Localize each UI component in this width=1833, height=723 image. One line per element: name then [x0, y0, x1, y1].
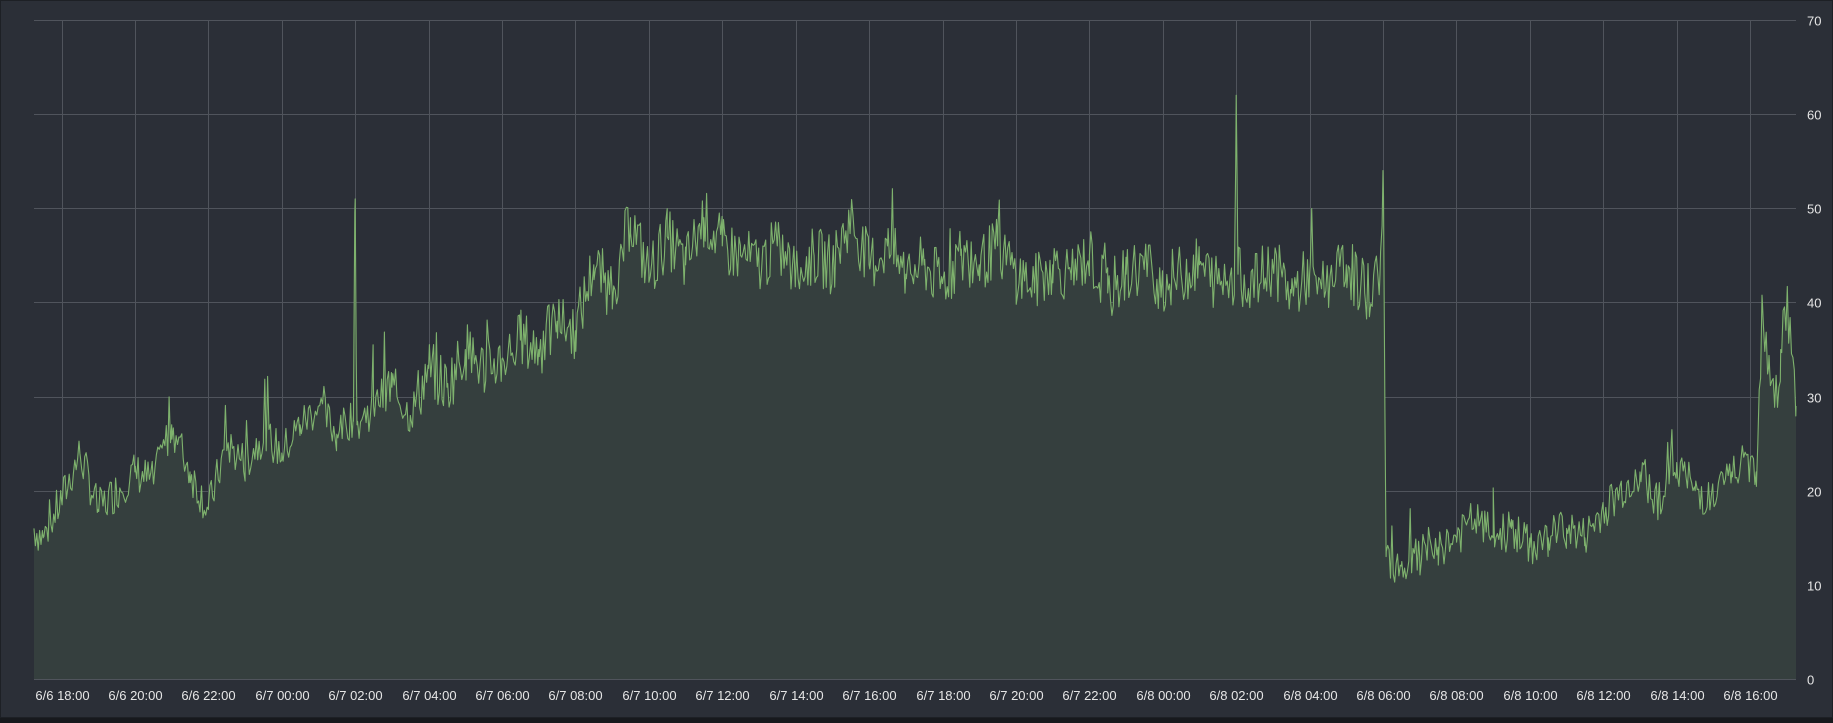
y-tick-label: 20 — [1807, 485, 1821, 500]
x-tick-label: 6/7 20:00 — [989, 688, 1043, 703]
y-tick-label: 10 — [1807, 579, 1821, 594]
x-tick-label: 6/7 12:00 — [695, 688, 749, 703]
x-tick-label: 6/8 16:00 — [1723, 688, 1777, 703]
y-tick-label: 70 — [1807, 14, 1821, 29]
chart-svg: 0 10 20 30 40 50 60 70 6/6 18:00 6/6 20:00 6/6 22… — [33, 14, 1821, 703]
x-tick-label: 6/8 04:00 — [1283, 688, 1337, 703]
x-tick-label: 6/7 22:00 — [1062, 688, 1116, 703]
y-tick-label: 50 — [1807, 202, 1821, 217]
x-tick-label: 6/6 18:00 — [35, 688, 89, 703]
x-tick-label: 6/6 20:00 — [108, 688, 162, 703]
x-tick-label: 6/7 18:00 — [916, 688, 970, 703]
y-tick-label: 0 — [1807, 673, 1814, 688]
x-tick-label: 6/8 14:00 — [1650, 688, 1704, 703]
x-tick-label: 6/7 04:00 — [402, 688, 456, 703]
x-tick-label: 6/7 06:00 — [475, 688, 529, 703]
x-tick-label: 6/7 10:00 — [622, 688, 676, 703]
y-tick-label: 60 — [1807, 108, 1821, 123]
graph-panel: 0 10 20 30 40 50 60 70 6/6 18:00 6/6 20:00 6/6 22… — [0, 0, 1833, 718]
series-area — [34, 95, 1796, 680]
x-tick-label: 6/7 14:00 — [769, 688, 823, 703]
x-tick-label: 6/8 12:00 — [1576, 688, 1630, 703]
x-tick-label: 6/7 08:00 — [548, 688, 602, 703]
area-layer — [34, 95, 1796, 680]
x-axis-labels: 6/6 18:00 6/6 20:00 6/6 22:00 6/7 00:00 6/7 … — [35, 688, 1777, 703]
x-tick-label: 6/7 00:00 — [255, 688, 309, 703]
x-tick-label: 6/8 10:00 — [1503, 688, 1557, 703]
y-tick-label: 30 — [1807, 391, 1821, 406]
x-tick-label: 6/7 16:00 — [842, 688, 896, 703]
y-axis-labels: 0 10 20 30 40 50 60 70 — [1807, 14, 1821, 688]
x-tick-label: 6/8 08:00 — [1429, 688, 1483, 703]
x-tick-label: 6/7 02:00 — [328, 688, 382, 703]
x-tick-label: 6/8 06:00 — [1356, 688, 1410, 703]
x-tick-label: 6/6 22:00 — [181, 688, 235, 703]
x-tick-label: 6/8 02:00 — [1209, 688, 1263, 703]
y-tick-label: 40 — [1807, 296, 1821, 311]
x-tick-label: 6/8 00:00 — [1136, 688, 1190, 703]
